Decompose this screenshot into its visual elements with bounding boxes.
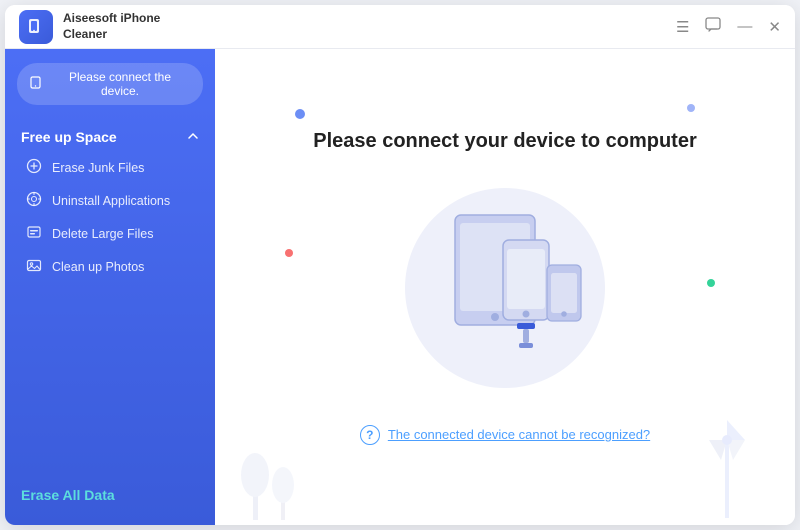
title-bar-controls: ☰ — ✕ xyxy=(676,17,781,37)
chat-icon[interactable] xyxy=(705,17,721,37)
help-link[interactable]: The connected device cannot be recognize… xyxy=(388,427,650,442)
deco-dot-2 xyxy=(687,104,695,112)
deco-turbine xyxy=(665,410,795,525)
app-title: Aiseesoft iPhone Cleaner xyxy=(63,11,160,42)
content: Please connect the device. Free up Space… xyxy=(5,49,795,525)
free-up-space-section: Free up Space Erase Junk Files Uninsta xyxy=(5,123,215,287)
chevron-up-icon xyxy=(187,129,199,145)
connect-button-label: Please connect the device. xyxy=(49,70,191,98)
delete-large-label: Delete Large Files xyxy=(52,227,153,241)
deco-dot-1 xyxy=(295,109,305,119)
phone-icon xyxy=(29,76,42,92)
connect-device-button[interactable]: Please connect the device. xyxy=(17,63,203,105)
erase-all-button[interactable]: Erase All Data xyxy=(21,487,115,503)
photos-icon xyxy=(25,257,43,276)
junk-icon xyxy=(25,158,43,177)
sidebar-item-clean-photos[interactable]: Clean up Photos xyxy=(5,250,215,283)
erase-junk-label: Erase Junk Files xyxy=(52,161,144,175)
close-icon[interactable]: ✕ xyxy=(768,18,781,36)
main-title: Please connect your device to computer xyxy=(313,130,696,153)
main-content: Please connect your device to computer xyxy=(215,49,795,525)
minimize-icon[interactable]: — xyxy=(737,18,752,35)
device-illustration xyxy=(355,183,655,393)
section-label: Free up Space xyxy=(21,129,117,145)
clean-photos-label: Clean up Photos xyxy=(52,260,144,274)
app-window: Aiseesoft iPhone Cleaner ☰ — ✕ Please co… xyxy=(5,5,795,525)
deco-trees xyxy=(235,430,315,525)
free-up-space-header[interactable]: Free up Space xyxy=(5,123,215,151)
apps-icon xyxy=(25,191,43,210)
app-icon xyxy=(19,10,53,44)
uninstall-apps-label: Uninstall Applications xyxy=(52,194,170,208)
title-bar: Aiseesoft iPhone Cleaner ☰ — ✕ xyxy=(5,5,795,49)
large-files-icon xyxy=(25,224,43,243)
deco-dot-4 xyxy=(707,279,715,287)
question-icon: ? xyxy=(360,425,380,445)
deco-dot-3 xyxy=(285,249,293,257)
menu-icon[interactable]: ☰ xyxy=(676,18,689,36)
sidebar-item-uninstall-apps[interactable]: Uninstall Applications xyxy=(5,184,215,217)
help-link-area: ? The connected device cannot be recogni… xyxy=(360,425,650,445)
sidebar-bottom: Erase All Data xyxy=(5,471,215,525)
devices-svg xyxy=(395,195,615,380)
sidebar-item-erase-junk[interactable]: Erase Junk Files xyxy=(5,151,215,184)
title-bar-left: Aiseesoft iPhone Cleaner xyxy=(19,10,160,44)
sidebar: Please connect the device. Free up Space… xyxy=(5,49,215,525)
sidebar-item-delete-large[interactable]: Delete Large Files xyxy=(5,217,215,250)
